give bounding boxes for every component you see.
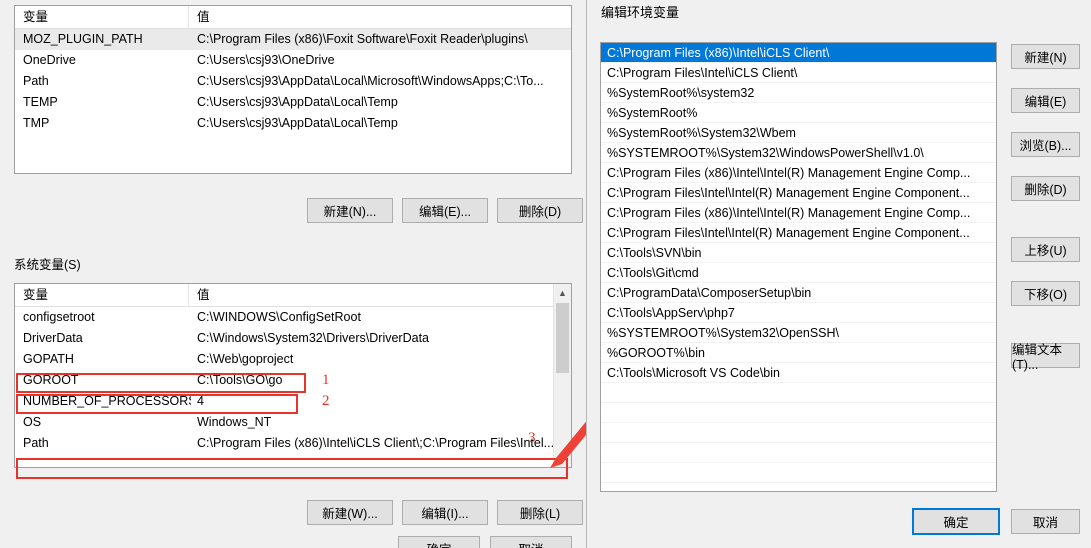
side-button-6[interactable]: 编辑文本(T)... <box>1011 343 1080 372</box>
list-item[interactable]: %SYSTEMROOT%\System32\WindowsPowerShell\… <box>601 143 996 163</box>
list-item[interactable]: C:\Program Files\Intel\Intel(R) Manageme… <box>601 223 996 243</box>
list-item[interactable]: C:\Program Files\Intel\iCLS Client\ <box>601 63 996 83</box>
list-item[interactable]: C:\Tools\Microsoft VS Code\bin <box>601 363 996 383</box>
table-row[interactable]: NUMBER_OF_PROCESSORS 4 <box>15 391 571 412</box>
system-variables-label: 系统变量(S) <box>14 258 81 272</box>
variable-value: C:\Program Files (x86)\Intel\iCLS Client… <box>197 436 555 450</box>
variable-value: Windows_NT <box>197 415 272 429</box>
variable-value: C:\Users\csj93\OneDrive <box>197 53 335 67</box>
variable-name: MOZ_PLUGIN_PATH <box>23 32 143 46</box>
dialog-cancel-button[interactable]: 取消 <box>490 536 572 548</box>
system-variables-table[interactable]: 变量 值 configsetroot C:\WINDOWS\ConfigSetRo… <box>14 283 572 468</box>
variable-name: OS <box>23 415 42 429</box>
scroll-down-arrow-icon[interactable]: ▼ <box>554 450 571 467</box>
system-table-scrollbar[interactable]: ▲ ▼ <box>553 284 571 467</box>
system-new-button[interactable]: 新建(W)... <box>307 500 393 525</box>
variable-name: TEMP <box>23 95 58 109</box>
environment-variables-dialog: 变量 值 MOZ_PLUGIN_PATH C:\Program Files (x8… <box>0 0 586 548</box>
table-row[interactable]: OS Windows_NT <box>15 412 571 433</box>
variable-value: C:\Users\csj93\AppData\Local\Temp <box>197 95 398 109</box>
edit-environment-variable-dialog: 编辑环境变量 C:\Program Files (x86)\Intel\iCLS… <box>586 0 1091 548</box>
list-item[interactable]: C:\Tools\SVN\bin <box>601 243 996 263</box>
variable-value: C:\Tools\GO\go <box>197 373 283 387</box>
variable-value: 4 <box>197 394 204 408</box>
system-delete-button[interactable]: 删除(L) <box>497 500 583 525</box>
list-item[interactable]: %SystemRoot% <box>601 103 996 123</box>
table-row[interactable]: MOZ_PLUGIN_PATH C:\Program Files (x86)\Fo… <box>15 29 571 50</box>
scroll-up-arrow-icon[interactable]: ▲ <box>554 284 571 301</box>
annotation-number-1: 1 <box>322 372 330 388</box>
system-table-header: 变量 值 <box>15 284 571 307</box>
table-row[interactable]: Path C:\Program Files (x86)\Intel\iCLS Cl… <box>15 433 571 454</box>
variable-name: GOPATH <box>23 352 74 366</box>
table-row[interactable]: OneDrive C:\Users\csj93\OneDrive <box>15 50 571 71</box>
list-item[interactable]: C:\Program Files (x86)\Intel\Intel(R) Ma… <box>601 203 996 223</box>
variable-value: C:\Users\csj93\AppData\Local\Microsoft\W… <box>197 74 544 88</box>
list-item[interactable]: C:\Program Files (x86)\Intel\Intel(R) Ma… <box>601 163 996 183</box>
side-button-0[interactable]: 新建(N) <box>1011 44 1080 69</box>
system-edit-button[interactable]: 编辑(I)... <box>402 500 488 525</box>
side-button-4[interactable]: 上移(U) <box>1011 237 1080 262</box>
variable-value: C:\WINDOWS\ConfigSetRoot <box>197 310 361 324</box>
table-row[interactable]: TEMP C:\Users\csj93\AppData\Local\Temp <box>15 92 571 113</box>
list-item[interactable]: %GOROOT%\bin <box>601 343 996 363</box>
scrollbar-thumb[interactable] <box>556 303 569 373</box>
edit-dialog-ok-button[interactable]: 确定 <box>912 508 1000 535</box>
table-row[interactable]: configsetroot C:\WINDOWS\ConfigSetRoot <box>15 307 571 328</box>
variable-value: C:\Users\csj93\AppData\Local\Temp <box>197 116 398 130</box>
dialog-ok-button[interactable]: 确定 <box>398 536 480 548</box>
system-table-rows: configsetroot C:\WINDOWS\ConfigSetRoot Dri… <box>15 307 571 454</box>
system-column-header-variable[interactable]: 变量 <box>15 284 189 306</box>
variable-value: C:\Windows\System32\Drivers\DriverData <box>197 331 429 345</box>
side-button-5[interactable]: 下移(O) <box>1011 281 1080 306</box>
user-column-header-value[interactable]: 值 <box>189 6 571 28</box>
list-item-empty[interactable]: . <box>601 423 996 443</box>
system-column-header-value[interactable]: 值 <box>189 284 571 306</box>
user-table-rows: MOZ_PLUGIN_PATH C:\Program Files (x86)\Fo… <box>15 29 571 134</box>
user-table-header: 变量 值 <box>15 6 571 29</box>
list-item[interactable]: C:\Program Files (x86)\Intel\iCLS Client… <box>601 43 996 63</box>
annotation-number-2: 2 <box>322 393 330 409</box>
side-button-2[interactable]: 浏览(B)... <box>1011 132 1080 157</box>
list-item[interactable]: %SystemRoot%\system32 <box>601 83 996 103</box>
variable-value: C:\Program Files (x86)\Foxit Software\Fo… <box>197 32 528 46</box>
user-new-button[interactable]: 新建(N)... <box>307 198 393 223</box>
side-button-3[interactable]: 删除(D) <box>1011 176 1080 201</box>
variable-name: TMP <box>23 116 50 130</box>
path-entries-list[interactable]: C:\Program Files (x86)\Intel\iCLS Client… <box>600 42 997 492</box>
annotation-number-3: 3 <box>528 430 536 446</box>
variable-name: Path <box>23 436 49 450</box>
list-item[interactable]: C:\Tools\AppServ\php7 <box>601 303 996 323</box>
variable-name: NUMBER_OF_PROCESSORS <box>23 394 191 408</box>
table-row[interactable]: Path C:\Users\csj93\AppData\Local\Microso… <box>15 71 571 92</box>
list-item-empty[interactable]: . <box>601 443 996 463</box>
edit-dialog-title: 编辑环境变量 <box>601 5 680 20</box>
variable-name: GOROOT <box>23 373 79 387</box>
list-item[interactable]: C:\ProgramData\ComposerSetup\bin <box>601 283 996 303</box>
variable-name: OneDrive <box>23 53 76 67</box>
list-item-empty[interactable]: . <box>601 403 996 423</box>
list-item[interactable]: C:\Program Files\Intel\Intel(R) Manageme… <box>601 183 996 203</box>
variable-value: C:\Web\goproject <box>197 352 294 366</box>
list-item[interactable]: %SYSTEMROOT%\System32\OpenSSH\ <box>601 323 996 343</box>
user-edit-button[interactable]: 编辑(E)... <box>402 198 488 223</box>
list-item-empty[interactable]: . <box>601 383 996 403</box>
list-item-empty[interactable]: . <box>601 463 996 483</box>
user-variables-table[interactable]: 变量 值 MOZ_PLUGIN_PATH C:\Program Files (x8… <box>14 5 572 174</box>
user-delete-button[interactable]: 删除(D) <box>497 198 583 223</box>
variable-name: Path <box>23 74 49 88</box>
variable-name: configsetroot <box>23 310 95 324</box>
variable-name: DriverData <box>23 331 83 345</box>
table-row[interactable]: DriverData C:\Windows\System32\Drivers\Dr… <box>15 328 571 349</box>
list-item[interactable]: %SystemRoot%\System32\Wbem <box>601 123 996 143</box>
table-row[interactable]: GOROOT C:\Tools\GO\go <box>15 370 571 391</box>
table-row[interactable]: GOPATH C:\Web\goproject <box>15 349 571 370</box>
list-item[interactable]: C:\Tools\Git\cmd <box>601 263 996 283</box>
table-row[interactable]: TMP C:\Users\csj93\AppData\Local\Temp <box>15 113 571 134</box>
side-button-1[interactable]: 编辑(E) <box>1011 88 1080 113</box>
edit-dialog-cancel-button[interactable]: 取消 <box>1011 509 1080 534</box>
user-column-header-variable[interactable]: 变量 <box>15 6 189 28</box>
